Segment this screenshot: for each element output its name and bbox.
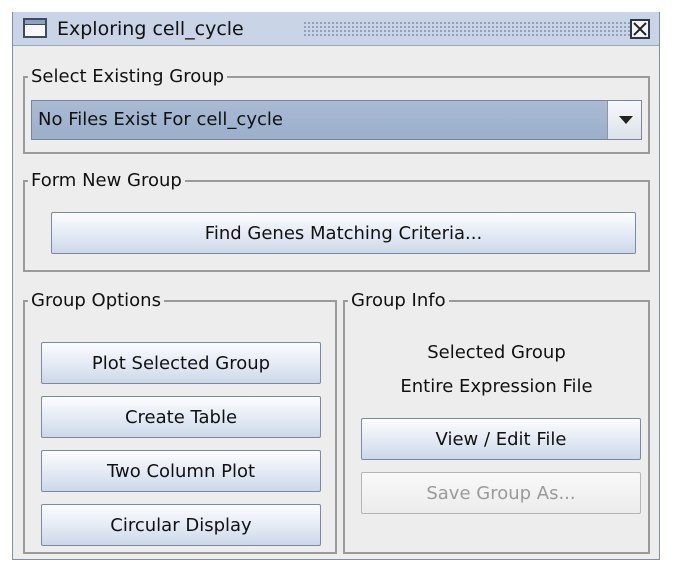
view-edit-file-button[interactable]: View / Edit File xyxy=(361,418,641,460)
plot-selected-group-button[interactable]: Plot Selected Group xyxy=(41,342,321,384)
title-bar[interactable]: Exploring cell_cycle xyxy=(13,12,659,46)
find-genes-button[interactable]: Find Genes Matching Criteria... xyxy=(51,212,636,254)
circular-display-button[interactable]: Circular Display xyxy=(41,504,321,546)
chevron-down-icon[interactable] xyxy=(607,101,641,139)
save-group-as-button[interactable]: Save Group As... xyxy=(361,472,641,514)
group-options-panel: Group Options Plot Selected Group Create… xyxy=(23,292,337,554)
close-icon[interactable] xyxy=(630,19,650,39)
form-new-group-legend: Form New Group xyxy=(31,170,182,191)
group-info-panel: Group Info Selected Group Entire Express… xyxy=(343,292,650,554)
select-existing-group-panel: Select Existing Group No Files Exist For… xyxy=(23,68,650,154)
group-select[interactable]: No Files Exist For cell_cycle xyxy=(31,100,642,140)
group-select-value: No Files Exist For cell_cycle xyxy=(38,109,283,130)
expression-file-label: Entire Expression File xyxy=(400,376,593,397)
selected-group-label: Selected Group xyxy=(427,342,566,363)
window-icon xyxy=(23,18,47,38)
group-options-legend: Group Options xyxy=(31,290,161,311)
group-info-legend: Group Info xyxy=(351,290,446,311)
form-new-group-panel: Form New Group Find Genes Matching Crite… xyxy=(23,172,650,272)
select-existing-group-legend: Select Existing Group xyxy=(31,66,225,87)
two-column-plot-button[interactable]: Two Column Plot xyxy=(41,450,321,492)
window-title: Exploring cell_cycle xyxy=(57,18,244,40)
app-window: Exploring cell_cycle Select Existing Gro… xyxy=(12,12,660,560)
title-grip xyxy=(303,21,633,37)
create-table-button[interactable]: Create Table xyxy=(41,396,321,438)
